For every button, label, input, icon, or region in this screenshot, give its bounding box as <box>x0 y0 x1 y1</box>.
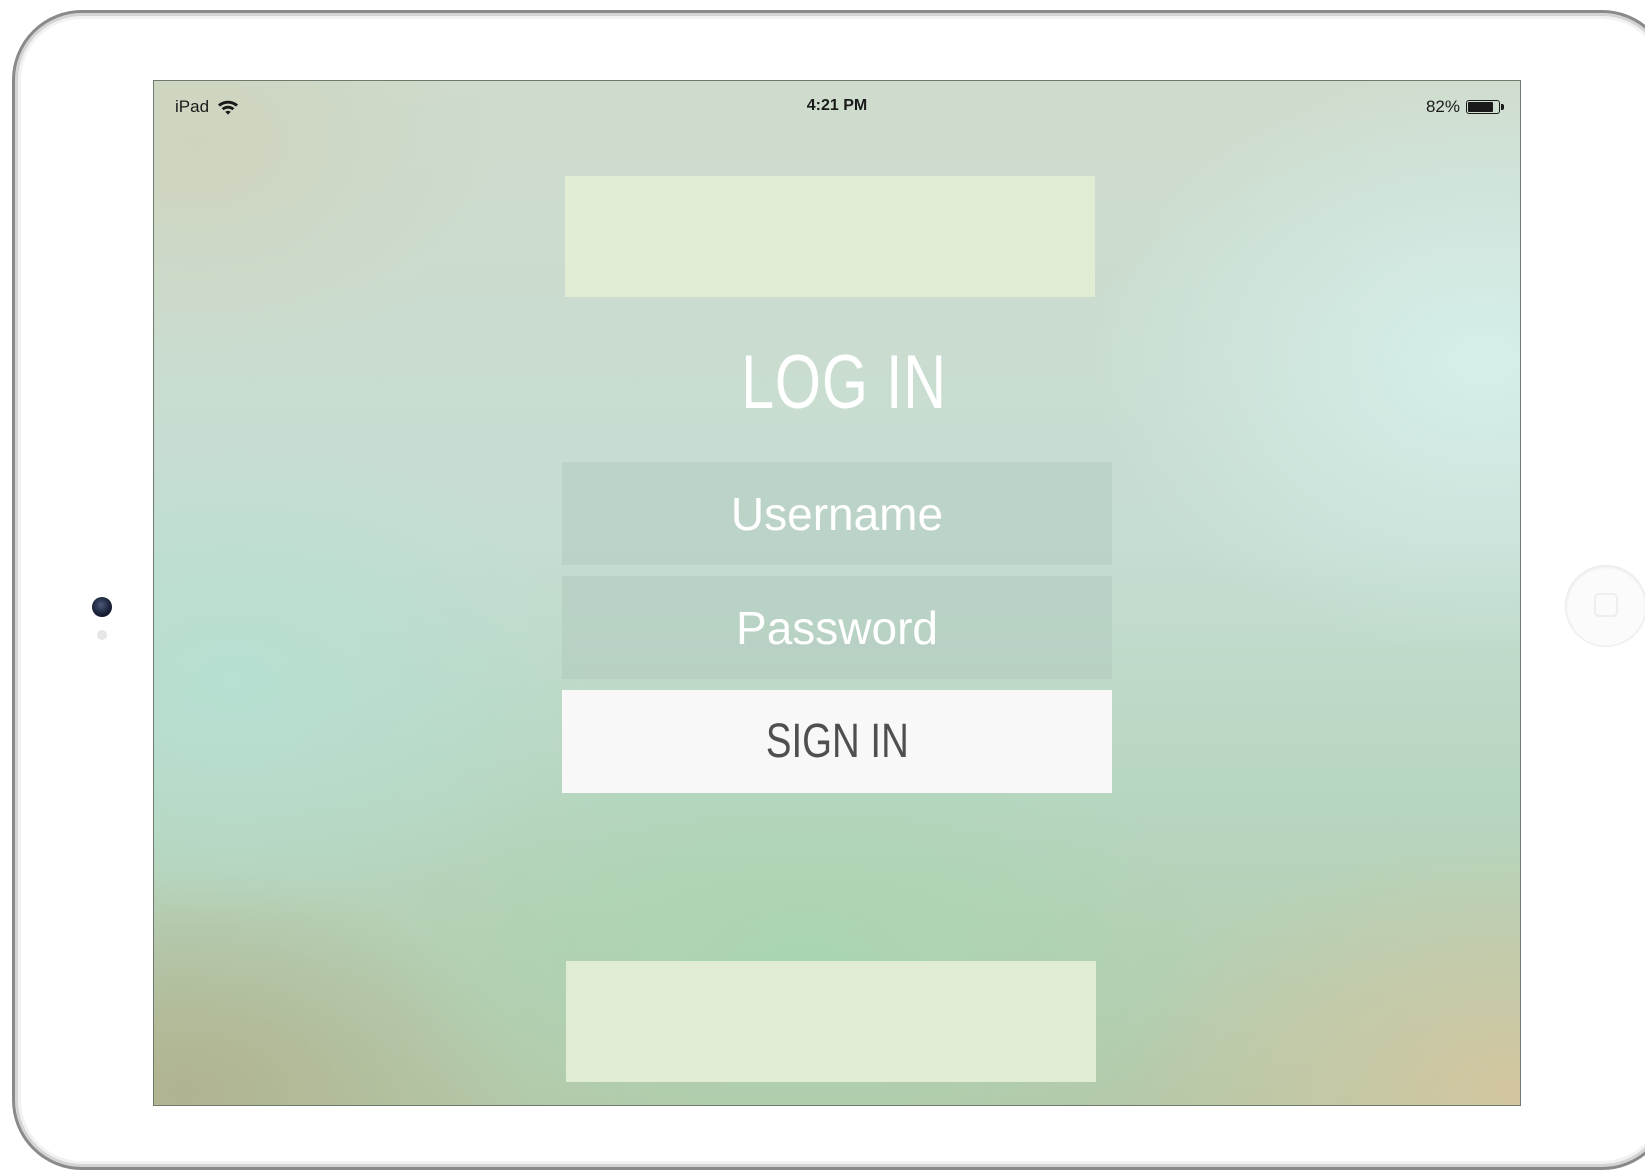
bottom-banner-placeholder <box>566 961 1096 1082</box>
front-camera <box>92 597 112 617</box>
sign-in-button[interactable]: SIGN IN <box>562 690 1112 793</box>
battery-cap <box>1501 104 1504 110</box>
password-input[interactable] <box>562 576 1112 679</box>
status-right: 82% <box>1426 97 1506 117</box>
username-input[interactable] <box>562 462 1112 565</box>
status-time: 4:21 PM <box>806 97 868 114</box>
top-banner-placeholder <box>565 176 1095 297</box>
sign-in-label: SIGN IN <box>765 715 909 768</box>
battery-fill <box>1468 102 1493 112</box>
home-square-icon <box>1594 593 1618 617</box>
battery-percent: 82% <box>1425 97 1460 116</box>
login-title: LOG IN <box>741 340 947 425</box>
battery-icon <box>1466 99 1506 115</box>
home-button[interactable] <box>1565 565 1645 647</box>
status-bar: iPad 4:21 PM 82% <box>154 81 1520 135</box>
light-sensor <box>97 630 107 640</box>
app-screen: iPad 4:21 PM 82% LOG IN SIGN IN <box>153 80 1521 1106</box>
